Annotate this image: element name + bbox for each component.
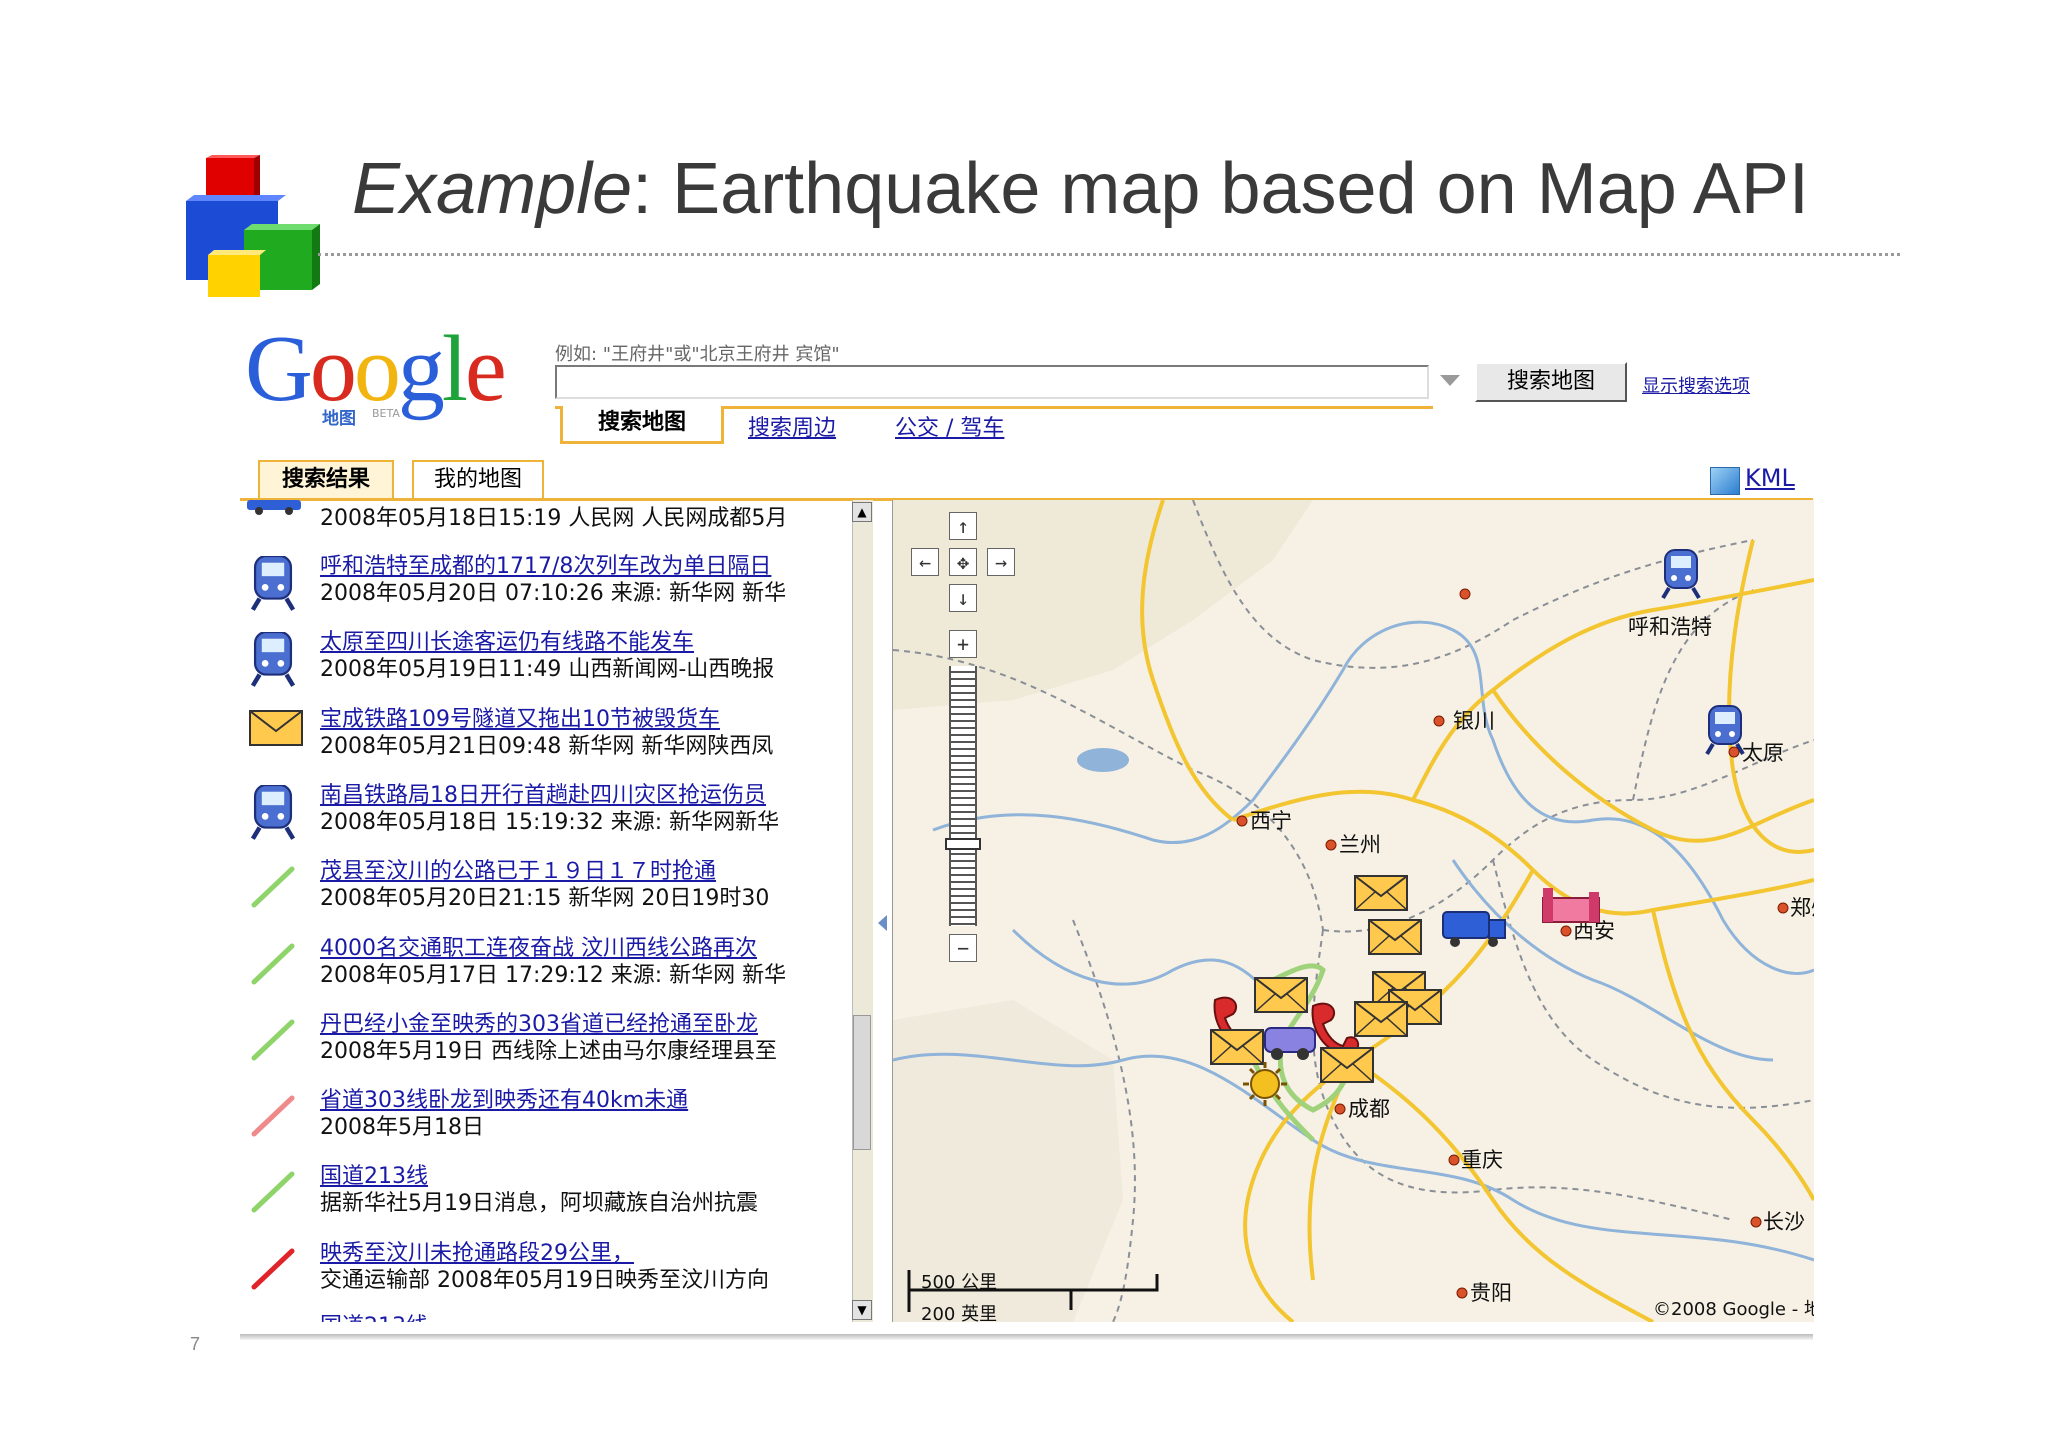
list-item[interactable]: 丹巴经小金至映秀的303省道已经抢通至卧龙 2008年5月19日 西线除上述由马尔…: [240, 1006, 852, 1080]
panel-bottom-shadow: [240, 1334, 1813, 1340]
city-label: 成都: [1348, 1097, 1390, 1121]
search-results-list: 2008年05月18日15:19 人民网 人民网成都5月 呼和浩特至成都的171…: [240, 500, 852, 1322]
list-item-snippet: 2008年05月21日09:48 新华网 新华网陕西凤: [320, 733, 774, 759]
tab-my-maps[interactable]: 我的地图: [412, 460, 544, 498]
red-line-icon[interactable]: [248, 1243, 298, 1293]
tab-search-map[interactable]: 搜索地图: [560, 406, 724, 444]
show-search-options-link[interactable]: 显示搜索选项: [1642, 372, 1750, 398]
green-line-icon[interactable]: [248, 1166, 298, 1216]
kml-link[interactable]: KML: [1745, 464, 1795, 492]
slide-title: Example: Earthquake map based on Map API: [352, 149, 1809, 229]
scale-metric: 500 公里: [921, 1272, 998, 1293]
list-item[interactable]: 呼和浩特至成都的1717/8次列车改为单日隔日 2008年05月20日 07:10…: [240, 548, 852, 622]
city-label: 重庆: [1461, 1148, 1503, 1172]
zoom-out-icon[interactable]: −: [949, 934, 977, 962]
envelope-marker[interactable]: [1254, 977, 1308, 1013]
envelope-icon[interactable]: [248, 709, 303, 759]
train-icon[interactable]: [248, 631, 298, 688]
tab-transit-driving[interactable]: 公交 / 驾车: [895, 410, 1004, 442]
envelope-marker[interactable]: [1368, 919, 1422, 955]
kml-icon[interactable]: [1710, 467, 1740, 495]
list-item-title[interactable]: 国道213线: [320, 1308, 428, 1322]
slide-logo-cubes: [186, 155, 320, 297]
list-item[interactable]: 国道213线 据新华社5月19日消息，阿坝藏族自治州抗震: [240, 1158, 852, 1232]
list-item-snippet: 2008年05月20日 07:10:26 来源: 新华网 新华: [320, 581, 787, 606]
zoom-in-icon[interactable]: +: [949, 630, 977, 658]
list-item-snippet: 交通运输部 2008年05月19日映秀至汶川方向: [320, 1267, 769, 1293]
scale-imperial: 200 英里: [921, 1304, 998, 1322]
list-item[interactable]: 茂县至汶川的公路已于１９日１７时抢通 2008年05月20日21:15 新华网 2…: [240, 853, 852, 927]
green-line-icon[interactable]: [248, 938, 298, 988]
city-label: 西宁: [1250, 809, 1292, 833]
list-item-snippet: 2008年05月18日15:19 人民网 人民网成都5月: [320, 506, 788, 531]
slide-page-number: 7: [190, 1334, 201, 1354]
tab-search-nearby[interactable]: 搜索周边: [748, 410, 836, 442]
list-item-snippet: 据新华社5月19日消息，阿坝藏族自治州抗震: [320, 1191, 758, 1217]
list-item-snippet: 2008年05月19日11:49 山西新闻网-山西晚报: [320, 657, 775, 683]
google-logo[interactable]: Google: [245, 322, 507, 416]
pan-left-icon[interactable]: ←: [911, 548, 939, 576]
search-map-button[interactable]: 搜索地图: [1475, 362, 1627, 402]
list-item[interactable]: 映秀至汶川未抢通路段29公里， 交通运输部 2008年05月19日映秀至汶川方向: [240, 1235, 852, 1309]
scroll-up-icon[interactable]: ▲: [852, 502, 872, 522]
tab-search-results[interactable]: 搜索结果: [258, 460, 394, 498]
envelope-marker[interactable]: [1354, 1001, 1408, 1037]
results-scrollbar[interactable]: [852, 500, 873, 1322]
list-item[interactable]: 4000名交通职工连夜奋战 汶川西线公路再次 2008年05月17日 17:29:…: [240, 930, 852, 1004]
search-history-dropdown-icon[interactable]: [1440, 375, 1460, 386]
city-label: 呼和浩特: [1628, 615, 1712, 639]
scroll-thumb[interactable]: [853, 1015, 871, 1150]
city-label: 贵阳: [1470, 1281, 1512, 1305]
list-item-snippet: 2008年5月19日 西线除上述由马尔康经理县至: [320, 1038, 777, 1064]
list-item[interactable]: 省道303线卧龙到映秀还有40km未通 2008年5月18日: [240, 1082, 852, 1156]
city-label: 郑州: [1790, 896, 1814, 920]
scroll-down-icon[interactable]: ▼: [852, 1300, 872, 1320]
list-item[interactable]: 太原至四川长途客运仍有线路不能发车 2008年05月19日11:49 山西新闻网-…: [240, 624, 852, 698]
green-line-icon[interactable]: [248, 861, 298, 911]
train-icon[interactable]: [248, 783, 298, 840]
city-label: 银川: [1453, 709, 1495, 733]
envelope-marker[interactable]: [1320, 1047, 1374, 1083]
list-item-snippet: 2008年05月20日21:15 新华网 20日19时30: [320, 886, 770, 912]
green-line-icon[interactable]: [248, 1014, 298, 1064]
map-view[interactable]: 呼和浩特 银川 太原 西宁 兰州 郑州 西安 成都 重庆 长沙 贵阳: [892, 500, 1814, 1322]
envelope-marker[interactable]: [1210, 1029, 1264, 1065]
search-hint: 例如: "王府井"或"北京王府井 宾馆": [555, 344, 840, 365]
pan-right-icon[interactable]: →: [987, 548, 1015, 576]
list-item-snippet: 2008年5月18日: [320, 1115, 484, 1141]
logo-beta-badge: BETA: [372, 407, 400, 420]
city-label: 太原: [1742, 741, 1784, 765]
list-item-snippet: 2008年05月18日 15:19:32 来源: 新华网新华: [320, 809, 780, 835]
map-copyright: ©2008 Google - 地: [1653, 1299, 1814, 1320]
collapse-panel-icon[interactable]: [878, 915, 887, 931]
truck-icon: [247, 500, 301, 515]
search-input[interactable]: [555, 365, 1429, 399]
city-label: 长沙: [1763, 1210, 1805, 1234]
title-divider: [318, 253, 1900, 256]
city-label: 兰州: [1339, 833, 1381, 857]
list-item[interactable]: 宝成铁路109号隧道又拖出10节被毁货车 2008年05月21日09:48 新华网…: [240, 701, 852, 775]
list-item-snippet: 2008年05月17日 17:29:12 来源: 新华网 新华: [320, 962, 787, 988]
pan-down-icon[interactable]: ↓: [949, 584, 977, 612]
envelope-marker[interactable]: [1354, 875, 1408, 911]
train-icon[interactable]: [248, 554, 298, 611]
zoom-slider-handle[interactable]: [945, 838, 981, 850]
map-canvas[interactable]: 呼和浩特 银川 太原 西宁 兰州 郑州 西安 成都 重庆 长沙 贵阳: [893, 500, 1814, 1322]
pink-line-icon[interactable]: [248, 1090, 298, 1140]
pan-up-icon[interactable]: ↑: [949, 512, 977, 540]
list-item[interactable]: 南昌铁路局18日开行首趟赴四川灾区抢运伤员 2008年05月18日 15:19:3…: [240, 777, 852, 851]
zoom-slider[interactable]: [949, 666, 977, 926]
pan-center-icon[interactable]: ✥: [949, 548, 977, 576]
logo-subtitle: 地图: [322, 409, 356, 429]
